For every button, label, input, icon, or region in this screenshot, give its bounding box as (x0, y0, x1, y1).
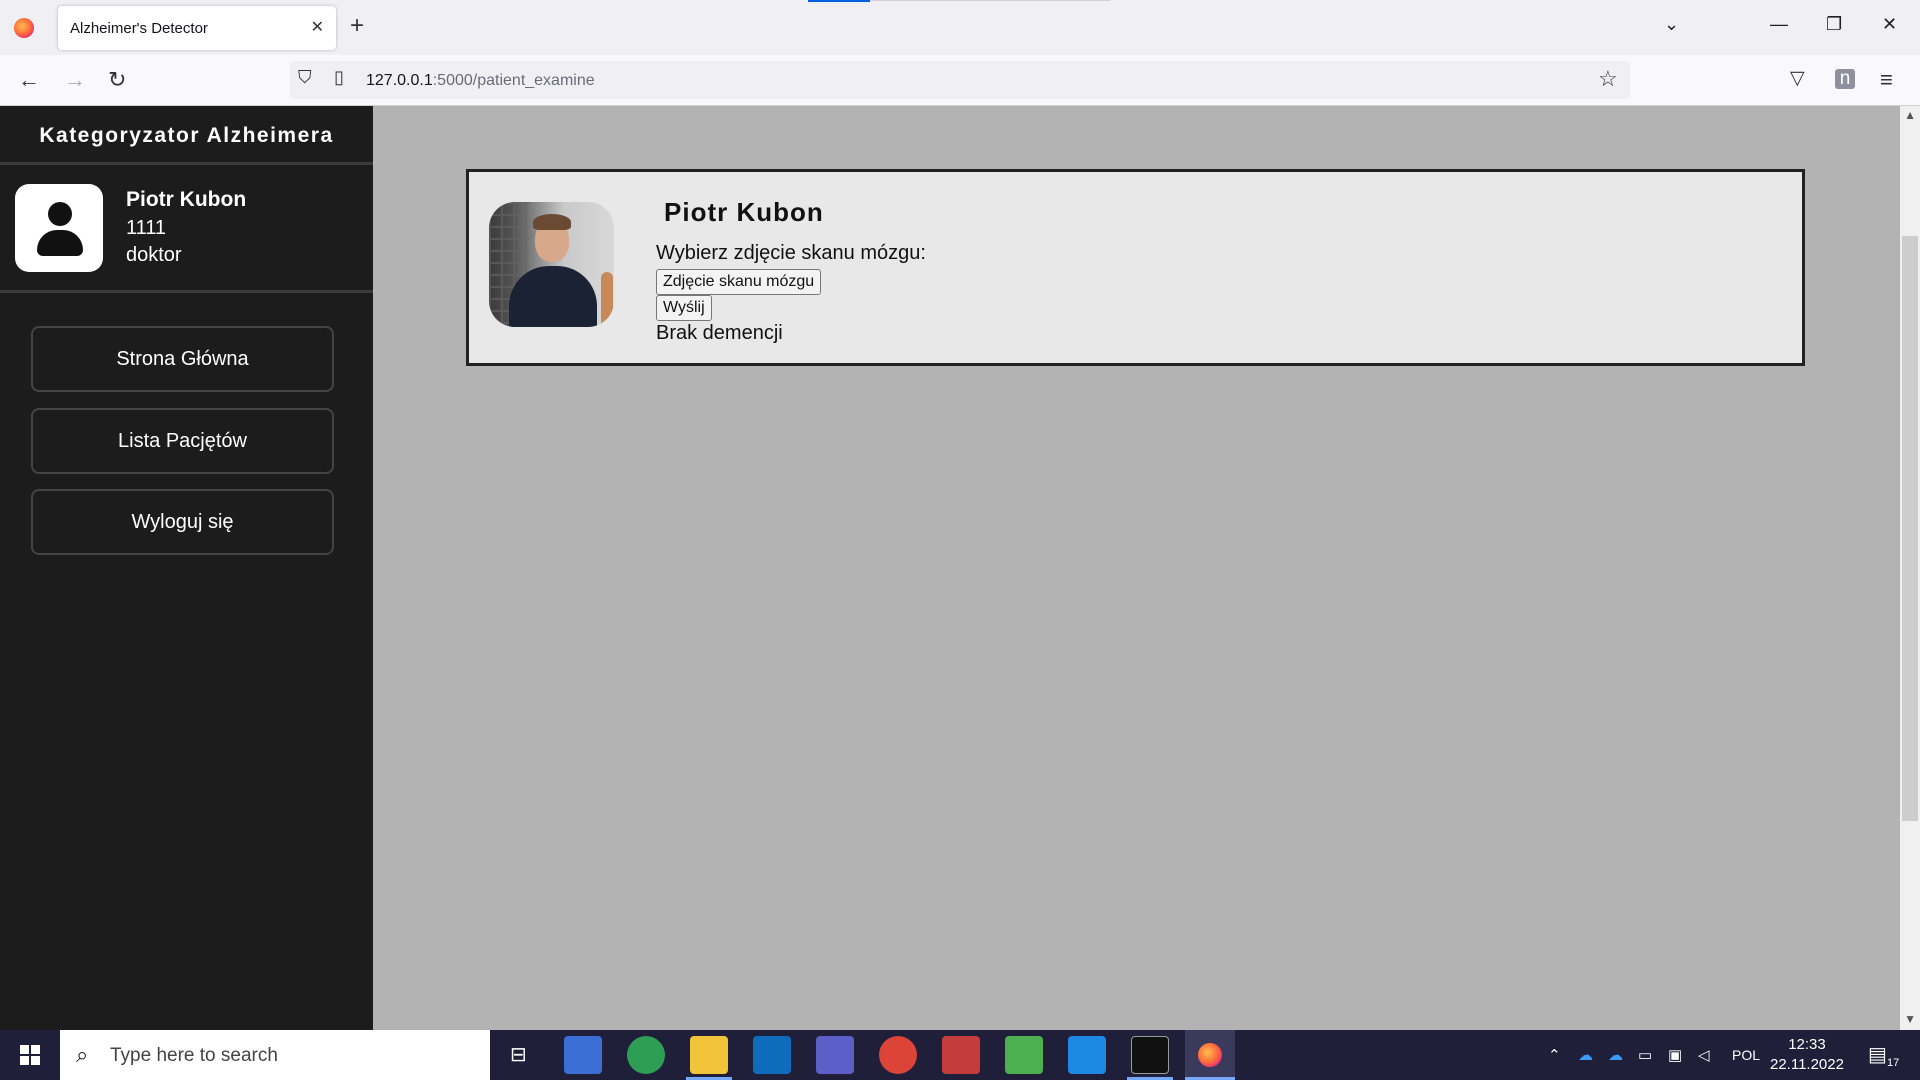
photo-hair (533, 214, 571, 230)
file-upload-button[interactable]: Zdjęcie skanu mózgu (656, 269, 822, 295)
user-name: Piotr Kubon (126, 188, 247, 211)
patient-name: Piotr Kubon (664, 197, 824, 227)
task-view-icon[interactable]: ⊟ (510, 1042, 527, 1067)
notifications-icon[interactable]: ▤ (1868, 1042, 1887, 1067)
firefox-icon[interactable] (14, 18, 34, 38)
extension-icon[interactable]: n (1835, 69, 1855, 89)
user-id: 1111 (126, 217, 167, 239)
url-text[interactable]: 127.0.0.1:5000/patient_examine (366, 72, 595, 90)
file-explorer-icon[interactable] (690, 1036, 728, 1074)
volume-icon[interactable]: ◁ (1698, 1046, 1710, 1064)
scroll-down-icon[interactable]: ▼ (1904, 1012, 1916, 1026)
reload-icon[interactable]: ↻ (108, 67, 126, 93)
browser-nav-bar: ← → ↻ ⛉ ▯ 127.0.0.1:5000/patient_examine… (0, 55, 1920, 106)
clock[interactable]: 12:33 22.11.2022 (1770, 1035, 1844, 1075)
shield-icon[interactable]: ⛉ (298, 67, 312, 88)
submit-button[interactable]: Wyślij (656, 295, 712, 321)
network-icon[interactable]: ▣ (1668, 1046, 1682, 1064)
nav-home-button[interactable]: Strona Główna (31, 326, 334, 392)
sidebar: Kategoryzator Alzheimera Piotr Kubon 111… (0, 106, 373, 1030)
scrollbar-thumb[interactable] (1902, 236, 1918, 821)
user-icon-body (37, 230, 83, 256)
clock-date: 22.11.2022 (1770, 1056, 1844, 1073)
scrollbar[interactable]: ▲ ▼ (1900, 106, 1920, 1030)
logout-button[interactable]: Wyloguj się (31, 489, 334, 555)
address-bar[interactable]: ⛉ ▯ 127.0.0.1:5000/patient_examine ☆ (290, 61, 1630, 99)
patient-card: Piotr Kubon Wybierz zdjęcie skanu mózgu:… (466, 169, 1805, 366)
notification-count: 17 (1886, 1057, 1901, 1069)
taskbar-search[interactable]: ⌕ Type here to search (60, 1030, 490, 1080)
close-window-icon[interactable]: ✕ (1882, 14, 1897, 35)
onedrive-icon-2[interactable]: ☁ (1608, 1046, 1623, 1064)
scroll-up-icon[interactable]: ▲ (1904, 108, 1916, 122)
avatar (15, 184, 103, 272)
user-icon (48, 202, 72, 226)
app-brand: Kategoryzator Alzheimera (39, 124, 334, 147)
search-icon: ⌕ (76, 1042, 89, 1067)
menu-icon[interactable]: ≡ (1880, 67, 1893, 93)
divider (0, 290, 373, 293)
url-path: :5000/patient_examine (432, 72, 595, 89)
firefox-taskbar-button[interactable] (1185, 1030, 1235, 1080)
new-tab-button[interactable]: + (350, 12, 364, 40)
browser-app-icon[interactable] (627, 1036, 665, 1074)
forward-icon[interactable]: → (64, 67, 86, 93)
close-tab-icon[interactable]: ✕ (311, 17, 324, 37)
firefox-icon (1198, 1043, 1222, 1067)
onedrive-icon[interactable]: ☁ (1578, 1046, 1593, 1064)
snipping-tool-icon[interactable] (942, 1036, 980, 1074)
terminal-icon[interactable] (1131, 1036, 1169, 1074)
browser-tab-bar: Alzheimer's Detector ✕ + ⌄ — ❐ ✕ (0, 0, 1920, 55)
restore-icon[interactable]: ❐ (1826, 14, 1842, 35)
spreadsheet-app-icon[interactable] (1005, 1036, 1043, 1074)
taskbar: ⌕ Type here to search ⊟ ⌃ ☁ ☁ ▭ ▣ ◁ POL … (0, 1030, 1920, 1080)
back-icon[interactable]: ← (18, 67, 40, 93)
remote-desktop-icon[interactable] (564, 1036, 602, 1074)
tab-list-chevron-icon[interactable]: ⌄ (1664, 14, 1679, 35)
nav-patient-list-button[interactable]: Lista Pacjętów (31, 408, 334, 474)
vscode-icon[interactable] (1068, 1036, 1106, 1074)
page-info-icon[interactable]: ▯ (334, 67, 344, 88)
chevron-up-icon[interactable]: ⌃ (1548, 1046, 1561, 1064)
chrome-icon[interactable] (879, 1036, 917, 1074)
url-host: 127.0.0.1 (366, 72, 433, 89)
browser-tab[interactable]: Alzheimer's Detector ✕ (58, 6, 336, 50)
photo-arm (601, 272, 613, 327)
windows-start-icon[interactable] (20, 1045, 40, 1065)
outlook-icon[interactable] (753, 1036, 791, 1074)
patient-photo (489, 202, 614, 327)
battery-icon[interactable]: ▭ (1638, 1046, 1652, 1064)
tab-loading-indicator (808, 0, 870, 2)
user-role: doktor (126, 244, 182, 266)
diagnosis-result: Brak demencji (656, 322, 783, 344)
main-content: Piotr Kubon Wybierz zdjęcie skanu mózgu:… (373, 106, 1900, 1030)
tab-title: Alzheimer's Detector (70, 20, 208, 37)
search-placeholder: Type here to search (110, 1045, 278, 1066)
photo-shirt (509, 266, 597, 327)
clock-time: 12:33 (1788, 1036, 1826, 1053)
language-indicator[interactable]: POL (1732, 1047, 1760, 1063)
scan-prompt: Wybierz zdjęcie skanu mózgu: (656, 242, 926, 264)
tab-strip-line (870, 0, 1110, 1)
minimize-icon[interactable]: — (1770, 14, 1788, 35)
pocket-icon[interactable]: ▽ (1790, 67, 1805, 90)
divider (0, 162, 373, 165)
bookmark-star-icon[interactable]: ☆ (1598, 66, 1618, 92)
teams-icon[interactable] (816, 1036, 854, 1074)
